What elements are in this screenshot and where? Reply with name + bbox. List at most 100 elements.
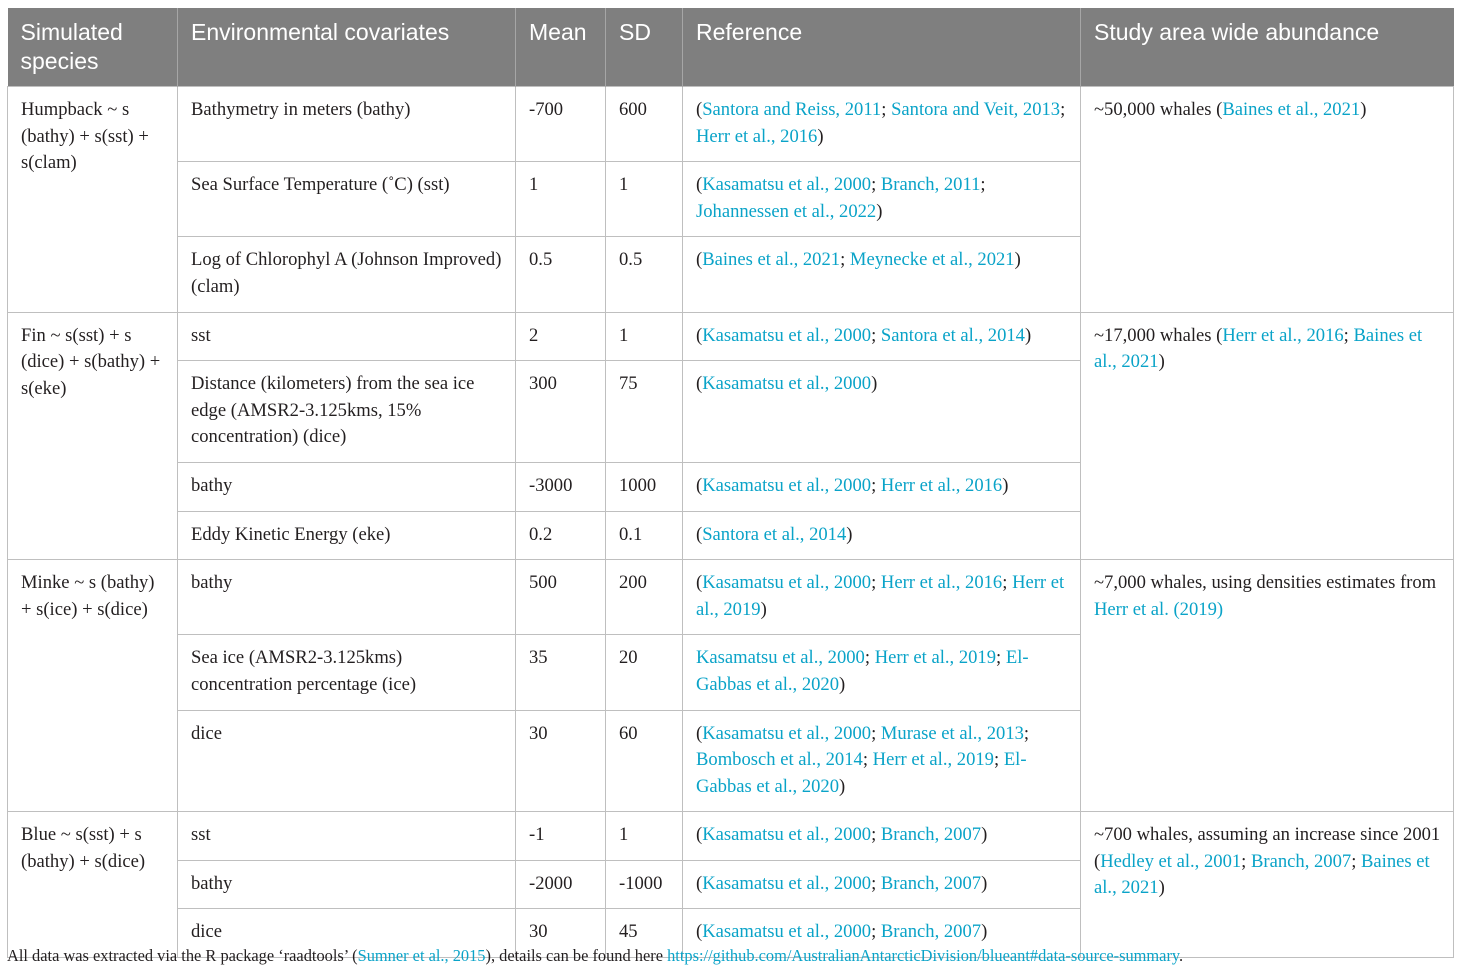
citation-link[interactable]: Johannessen et al., 2022 — [696, 201, 876, 222]
covariate-cell: sst — [177, 311, 516, 362]
mean-cell: -700 — [515, 85, 606, 163]
citation-link[interactable]: Herr et al., 2016 — [696, 126, 817, 147]
mean-cell: -1 — [515, 811, 606, 861]
text-fragment: ; — [881, 99, 892, 120]
text-fragment: ) — [981, 921, 988, 943]
header-simulated-species: Simulated species — [7, 8, 178, 87]
citation-link[interactable]: Herr et al., 2019 — [873, 749, 994, 770]
citation-link[interactable]: Kasamatsu et al., 2000 — [702, 475, 871, 496]
sd-cell: 20 — [605, 634, 683, 711]
citation-link[interactable]: Herr et al., 2016 — [1222, 325, 1343, 346]
sd-cell: 1000 — [605, 461, 683, 512]
text-fragment: ; — [1023, 722, 1030, 744]
text-fragment: ; — [871, 921, 881, 943]
citation-link[interactable]: Hedley et al., 2001 — [1100, 851, 1241, 872]
citation-link[interactable]: Santora et al., 2014 — [702, 524, 846, 545]
sd-cell: 60 — [605, 709, 683, 813]
mean-cell: 0.2 — [515, 510, 606, 561]
covariate-cell: Eddy Kinetic Energy (eke) — [177, 510, 516, 561]
citation-link[interactable]: Baines et al., 2021 — [1222, 99, 1360, 120]
citation-link[interactable]: Kasamatsu et al., 2000 — [702, 921, 871, 942]
text-fragment: ; — [996, 647, 1006, 669]
mean-cell: -2000 — [515, 859, 606, 910]
mean-cell: 1 — [515, 161, 606, 238]
species-covariates-table: Simulated species Environmental covariat… — [7, 8, 1454, 959]
reference-cell: (Santora and Reiss, 2011; Santora and Ve… — [682, 85, 1081, 163]
table-body: Humpback ~ s (bathy) + s(sst) + s(clam) B… — [7, 85, 1454, 959]
mean-cell: -3000 — [515, 461, 606, 512]
citation-link[interactable]: Kasamatsu et al., 2000 — [702, 174, 871, 195]
covariate-cell: bathy — [177, 461, 516, 512]
citation-link[interactable]: Baines et al., 2021 — [702, 249, 840, 270]
text-fragment: ) — [839, 673, 846, 695]
citation-link[interactable]: Bombosch et al., 2014 — [696, 749, 863, 770]
sd-cell: 75 — [605, 360, 683, 463]
table-footnote: All data was extracted via the R package… — [7, 945, 1453, 967]
citation-link[interactable]: Kasamatsu et al., 2000 — [702, 373, 871, 394]
reference-cell: (Kasamatsu et al., 2000; Branch, 2011; J… — [682, 161, 1081, 238]
mean-cell: 0.5 — [515, 236, 606, 313]
species-cell: Blue ~ s(sst) + s (bathy) + s(dice) — [7, 811, 178, 959]
header-row: Simulated species Environmental covariat… — [7, 8, 1454, 87]
covariate-cell: Bathymetry in meters (bathy) — [177, 85, 516, 163]
text-fragment: ) — [846, 523, 853, 545]
citation-link[interactable]: Branch, 2007 — [881, 921, 981, 942]
citation-link[interactable]: Branch, 2007 — [1251, 851, 1351, 872]
table-row: Fin ~ s(sst) + s (dice) + s(bathy) + s(e… — [7, 311, 1454, 561]
reference-cell: (Kasamatsu et al., 2000; Herr et al., 20… — [682, 461, 1081, 512]
text-fragment: ) — [981, 824, 988, 846]
covariate-cell: bathy — [177, 559, 516, 636]
sd-cell: -1000 — [605, 859, 683, 910]
text-fragment: ~7,000 whales, using densities estimates… — [1094, 572, 1437, 594]
citation-link[interactable]: https://github.com/AustralianAntarcticDi… — [667, 946, 1179, 965]
citation-link[interactable]: Kasamatsu et al., 2000 — [696, 647, 865, 668]
reference-cell: (Kasamatsu et al., 2000; Branch, 2007) — [682, 859, 1081, 910]
citation-link[interactable]: Santora and Reiss, 2011 — [702, 99, 881, 120]
abundance-cell: ~7,000 whales, using densities estimates… — [1080, 559, 1454, 813]
text-fragment: ; — [871, 872, 881, 894]
citation-link[interactable]: Sumner et al., 2015 — [358, 946, 486, 965]
citation-link[interactable]: Branch, 2011 — [881, 174, 981, 195]
citation-link[interactable]: Herr et al. (2019) — [1094, 599, 1223, 620]
citation-link[interactable]: Branch, 2007 — [881, 824, 981, 845]
species-cell: Fin ~ s(sst) + s (dice) + s(bathy) + s(e… — [7, 311, 178, 561]
text-fragment: ; — [840, 249, 850, 271]
table-row: Humpback ~ s (bathy) + s(sst) + s(clam) B… — [7, 85, 1454, 313]
header-environmental-covariates: Environmental covariates — [177, 8, 516, 87]
header-mean: Mean — [515, 8, 606, 87]
covariate-cell: Distance (kilometers) from the sea ice e… — [177, 360, 516, 463]
citation-link[interactable]: Kasamatsu et al., 2000 — [702, 873, 871, 894]
text-fragment: ; — [1002, 572, 1013, 594]
header-study-area-abundance: Study area wide abundance — [1080, 8, 1454, 87]
citation-link[interactable]: Kasamatsu et al., 2000 — [702, 572, 871, 593]
sd-cell: 600 — [605, 85, 683, 163]
mean-cell: 500 — [515, 559, 606, 636]
sd-cell: 1 — [605, 161, 683, 238]
text-fragment: ; — [871, 824, 881, 846]
citation-link[interactable]: Meynecke et al., 2021 — [850, 249, 1015, 270]
citation-link[interactable]: Santora et al., 2014 — [881, 325, 1025, 346]
reference-cell: (Kasamatsu et al., 2000; Murase et al., … — [682, 709, 1081, 813]
citation-link[interactable]: Kasamatsu et al., 2000 — [702, 325, 871, 346]
citation-link[interactable]: Kasamatsu et al., 2000 — [702, 824, 871, 845]
citation-link[interactable]: Herr et al., 2019 — [875, 647, 996, 668]
text-fragment: ) — [1360, 99, 1367, 120]
covariate-cell: Sea ice (AMSR2-3.125kms) concentration p… — [177, 634, 516, 711]
text-fragment: ), details can be found here — [485, 946, 668, 965]
citation-link[interactable]: Herr et al., 2016 — [881, 475, 1002, 496]
text-fragment: ) — [1014, 249, 1021, 271]
text-fragment: ) — [1024, 324, 1032, 346]
citation-link[interactable]: Herr et al., 2016 — [881, 572, 1002, 593]
sd-cell: 200 — [605, 559, 683, 636]
text-fragment: ) — [871, 373, 878, 395]
header-sd: SD — [605, 8, 683, 87]
citation-link[interactable]: Kasamatsu et al., 2000 — [702, 723, 871, 744]
citation-link[interactable]: Santora and Veit, 2013 — [891, 99, 1060, 120]
citation-link[interactable]: Branch, 2007 — [881, 873, 981, 894]
citation-link[interactable]: Murase et al., 2013 — [881, 723, 1024, 744]
species-cell: Minke ~ s (bathy) + s(ice) + s(dice) — [7, 559, 178, 813]
text-fragment: All data was extracted via the R package… — [7, 946, 358, 965]
text-fragment: ; — [1060, 99, 1066, 120]
text-fragment: ~17,000 whales ( — [1094, 324, 1223, 346]
reference-cell: (Kasamatsu et al., 2000; Herr et al., 20… — [682, 559, 1081, 636]
